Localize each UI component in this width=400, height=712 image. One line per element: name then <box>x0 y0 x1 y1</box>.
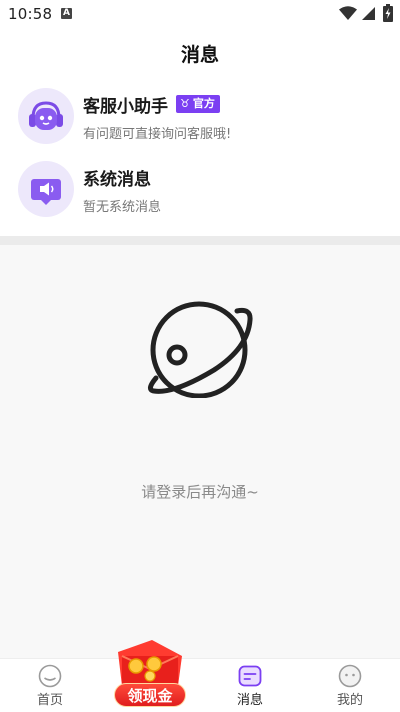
message-icon <box>238 665 262 687</box>
wifi-icon <box>339 6 357 20</box>
nav-label-messages: 消息 <box>236 693 263 708</box>
status-time: 10:58 <box>8 5 53 23</box>
nav-profile[interactable]: 我的 <box>310 659 390 712</box>
notification-icon: A <box>61 8 72 19</box>
badge-label: 官方 <box>192 97 215 110</box>
message-title: 系统消息 <box>83 170 151 190</box>
login-prompt: 请登录后再沟通~ <box>141 483 259 501</box>
section-divider <box>0 236 400 245</box>
page-title: 消息 <box>180 44 219 66</box>
speaker-message-icon <box>31 179 61 205</box>
signal-icon <box>362 7 375 20</box>
badge-icon: ♉ <box>180 97 190 110</box>
nav-label-profile: 我的 <box>336 693 363 708</box>
status-bar: 10:58 A <box>0 0 400 28</box>
battery-icon <box>383 4 393 22</box>
profile-icon <box>338 664 362 688</box>
customer-service-avatar <box>18 88 74 144</box>
system-message-avatar <box>18 161 74 217</box>
nav-messages[interactable]: 消息 <box>210 659 290 712</box>
bottom-nav: 首页 消息 我的 <box>0 658 400 712</box>
home-icon <box>38 664 62 688</box>
notification-glyph: A <box>63 8 70 18</box>
official-badge: ♉ 官方 <box>176 95 220 113</box>
nav-label-home: 首页 <box>36 693 63 708</box>
message-preview: 有问题可直接询问客服哦! <box>83 127 232 142</box>
message-item-customer-service[interactable]: 客服小助手 ♉ 官方 有问题可直接询问客服哦! <box>0 82 400 152</box>
message-item-system[interactable]: 系统消息 暂无系统消息 <box>0 155 400 225</box>
claim-cash-label: 领现金 <box>114 683 186 707</box>
message-preview: 暂无系统消息 <box>83 200 162 215</box>
message-title: 客服小助手 <box>83 97 168 117</box>
nav-home[interactable]: 首页 <box>10 659 90 712</box>
claim-cash-button[interactable]: 领现金 <box>108 636 192 712</box>
robot-headset-icon <box>29 101 63 130</box>
planet-icon <box>148 301 253 398</box>
